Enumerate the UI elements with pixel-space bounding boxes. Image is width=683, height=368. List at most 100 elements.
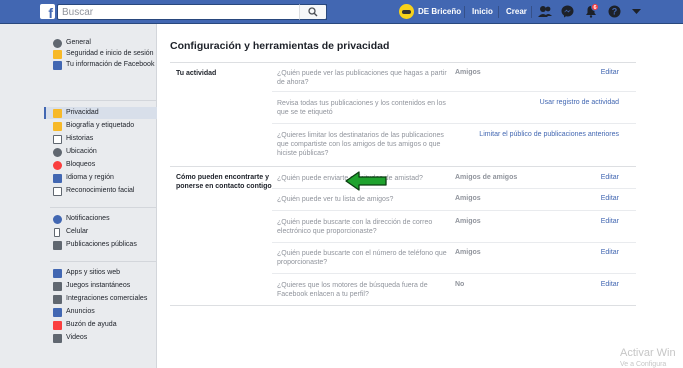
sidebar-group-account: General Seguridad e inicio de sesión Tu … <box>44 38 157 70</box>
integrations-icon <box>53 295 62 304</box>
setting-value: Amigos de amigos <box>455 174 518 181</box>
edit-link[interactable]: Editar <box>601 281 619 288</box>
sidebar-item-label: Biografía y etiquetado <box>66 122 135 129</box>
activate-windows-subtext: Ve a Configura <box>620 361 667 368</box>
sidebar-item-face-recognition[interactable]: Reconocimiento facial <box>44 186 157 196</box>
facebook-logo[interactable]: f <box>40 4 55 19</box>
divider <box>464 6 465 18</box>
sidebar-item-label: Buzón de ayuda <box>66 321 117 328</box>
activity-log-link[interactable]: Usar registro de actividad <box>540 99 619 106</box>
sidebar-item-security[interactable]: Seguridad e inicio de sesión <box>44 49 157 59</box>
sidebar-item-label: Notificaciones <box>66 215 110 222</box>
sidebar-item-label: Celular <box>66 228 89 235</box>
help-icon[interactable]: ? <box>608 5 621 18</box>
sidebar-item-apps[interactable]: Apps y sitios web <box>44 268 157 278</box>
globe-icon <box>53 215 62 224</box>
page-title: Configuración y herramientas de privacid… <box>170 40 390 52</box>
sidebar-item-language[interactable]: Idioma y región <box>44 173 157 183</box>
sidebar-item-general[interactable]: General <box>44 38 157 48</box>
sidebar-item-label: Ubicación <box>66 148 97 155</box>
sidebar-group-privacy: Privacidad Biografía y etiquetado Histor… <box>44 107 157 196</box>
block-icon <box>53 161 62 170</box>
divider <box>272 242 636 243</box>
sidebar-item-public-posts[interactable]: Publicaciones públicas <box>44 240 157 250</box>
setting-value: Amigos <box>455 249 481 256</box>
sidebar-item-label: Integraciones comerciales <box>66 295 148 302</box>
location-icon <box>53 148 62 157</box>
profile-name-link[interactable]: DE Briceño <box>418 7 461 16</box>
divider <box>272 273 636 274</box>
sidebar-item-label: General <box>66 39 91 46</box>
account-menu-chevron-icon[interactable] <box>632 9 641 15</box>
privacy-settings-panel: Configuración y herramientas de privacid… <box>157 24 683 368</box>
sidebar-item-location[interactable]: Ubicación <box>44 147 157 157</box>
divider <box>170 166 636 167</box>
sidebar-item-blocking[interactable]: Bloqueos <box>44 160 157 170</box>
sidebar-divider <box>50 100 157 101</box>
limit-past-posts-link[interactable]: Limitar el público de publicaciones ante… <box>479 131 619 138</box>
green-arrow-icon <box>345 171 387 191</box>
sidebar-item-instant-games[interactable]: Juegos instantáneos <box>44 281 157 291</box>
apps-icon <box>53 269 62 278</box>
search-box[interactable] <box>57 4 327 20</box>
edit-link[interactable]: Editar <box>601 218 619 225</box>
search-input[interactable] <box>58 5 298 19</box>
friend-requests-icon[interactable] <box>538 5 552 18</box>
facebook-icon <box>53 61 62 70</box>
lock-icon <box>53 109 62 118</box>
edit-link[interactable]: Editar <box>601 195 619 202</box>
sidebar-item-label: Bloqueos <box>66 161 96 168</box>
section-title-how-people-find-you: Cómo pueden encontrarte y ponerse en con… <box>176 174 272 190</box>
sidebar-item-label: Anuncios <box>66 308 95 315</box>
setting-value: Amigos <box>455 69 481 76</box>
sidebar-item-label: Seguridad e inicio de sesión <box>66 50 154 57</box>
sidebar-item-privacy[interactable]: Privacidad <box>44 107 157 119</box>
divider <box>272 123 636 124</box>
language-icon <box>53 174 62 183</box>
sidebar-divider <box>50 261 157 262</box>
sidebar-item-support-inbox[interactable]: Buzón de ayuda <box>44 320 157 330</box>
ads-icon <box>53 308 62 317</box>
sidebar-item-mobile[interactable]: Celular <box>44 227 157 237</box>
sidebar-item-label: Historias <box>66 135 94 142</box>
create-link[interactable]: Crear <box>506 7 527 16</box>
section-title-your-activity: Tu actividad <box>176 70 217 77</box>
messenger-icon[interactable] <box>561 5 574 18</box>
sidebar-item-videos[interactable]: Videos <box>44 333 157 343</box>
search-button[interactable] <box>299 4 327 20</box>
sidebar-item-stories[interactable]: Historias <box>44 134 157 144</box>
setting-question: ¿Quién puede ver las publicaciones que h… <box>277 70 447 86</box>
sidebar-item-label: Publicaciones públicas <box>66 241 137 248</box>
video-icon <box>53 334 62 343</box>
badge-icon <box>53 50 62 59</box>
sidebar-item-label: Reconocimiento facial <box>66 187 135 194</box>
setting-question: ¿Quieres limitar los destinatarios de la… <box>277 132 444 157</box>
sidebar-item-business-integrations[interactable]: Integraciones comerciales <box>44 294 157 304</box>
biography-icon <box>53 122 62 131</box>
edit-link[interactable]: Editar <box>601 249 619 256</box>
gear-icon <box>53 39 62 48</box>
avatar[interactable] <box>399 4 414 19</box>
sidebar-item-biography[interactable]: Biografía y etiquetado <box>44 121 157 131</box>
sidebar-item-label: Privacidad <box>66 109 99 116</box>
top-bar: f DE Briceño Inicio Crear 6 ? <box>0 0 683 24</box>
setting-value: Amigos <box>455 195 481 202</box>
rss-icon <box>53 241 62 250</box>
edit-link[interactable]: Editar <box>601 174 619 181</box>
edit-link[interactable]: Editar <box>601 69 619 76</box>
divider <box>531 6 532 18</box>
divider <box>170 305 636 306</box>
setting-question: ¿Quién puede buscarte con la dirección d… <box>277 219 433 235</box>
sidebar-item-your-information[interactable]: Tu información de Facebook <box>44 60 157 70</box>
sidebar-item-label: Idioma y región <box>66 174 114 181</box>
sidebar-item-ads[interactable]: Anuncios <box>44 307 157 317</box>
games-icon <box>53 282 62 291</box>
home-link[interactable]: Inicio <box>472 7 493 16</box>
sidebar-item-label: Videos <box>66 334 88 341</box>
setting-value: Amigos <box>455 218 481 225</box>
sidebar-item-notifications[interactable]: Notificaciones <box>44 214 157 224</box>
activate-windows-watermark: Activar Win <box>620 347 676 359</box>
sidebar-item-label: Apps y sitios web <box>66 269 121 276</box>
divider <box>498 6 499 18</box>
setting-question: ¿Quién puede ver tu lista de amigos? <box>277 196 394 203</box>
